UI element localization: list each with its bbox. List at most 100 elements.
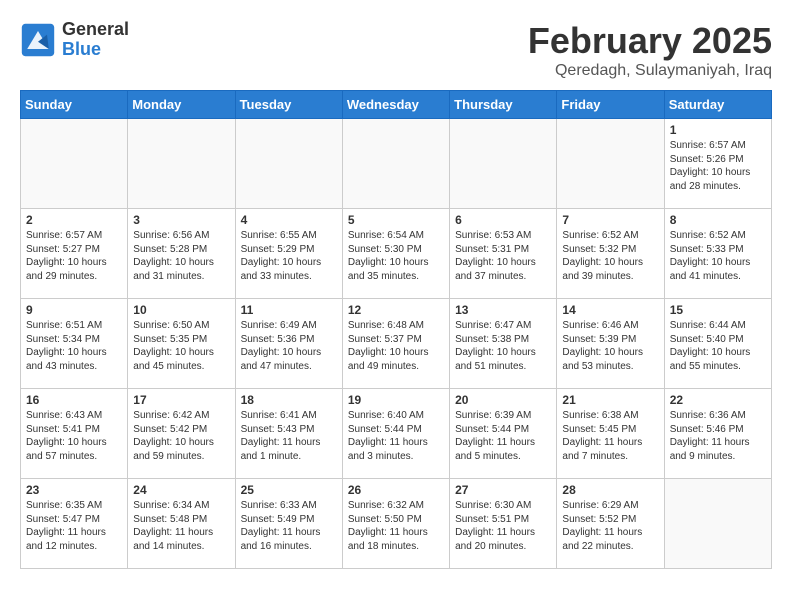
calendar-cell — [128, 119, 235, 209]
day-number: 23 — [26, 483, 122, 497]
day-info: Sunrise: 6:32 AM Sunset: 5:50 PM Dayligh… — [348, 499, 444, 553]
calendar-cell: 2Sunrise: 6:57 AM Sunset: 5:27 PM Daylig… — [21, 209, 128, 299]
logo: General Blue — [20, 20, 129, 60]
day-number: 19 — [348, 393, 444, 407]
logo-text: General Blue — [62, 20, 129, 60]
calendar-cell: 12 Sunrise: 6:48 AM Sunset: 5:37 PM Dayli… — [342, 299, 449, 389]
day-number: 28 — [562, 483, 658, 497]
calendar-title: February 2025 — [528, 20, 772, 62]
day-info: Sunrise: 6:36 AM Sunset: 5:46 PM Dayligh… — [670, 409, 766, 463]
calendar-cell: 25 Sunrise: 6:33 AM Sunset: 5:49 PM Dayli… — [235, 479, 342, 569]
day-number: 18 — [241, 393, 337, 407]
day-header-friday: Friday — [557, 91, 664, 119]
week-row-2: 2Sunrise: 6:57 AM Sunset: 5:27 PM Daylig… — [21, 209, 772, 299]
day-info: Sunrise: 6:43 AM Sunset: 5:41 PM Dayligh… — [26, 409, 122, 463]
calendar-cell: 27Sunrise: 6:30 AM Sunset: 5:51 PM Dayli… — [450, 479, 557, 569]
day-info: Sunrise: 6:57 AM Sunset: 5:26 PM Dayligh… — [670, 139, 766, 193]
day-info: Sunrise: 6:34 AM Sunset: 5:48 PM Dayligh… — [133, 499, 229, 553]
calendar-cell: 7 Sunrise: 6:52 AM Sunset: 5:32 PM Daylig… — [557, 209, 664, 299]
day-info: Sunrise: 6:52 AM Sunset: 5:33 PM Dayligh… — [670, 229, 766, 283]
calendar-cell: 15 Sunrise: 6:44 AM Sunset: 5:40 PM Dayli… — [664, 299, 771, 389]
day-info: Sunrise: 6:40 AM Sunset: 5:44 PM Dayligh… — [348, 409, 444, 463]
day-info: Sunrise: 6:33 AM Sunset: 5:49 PM Dayligh… — [241, 499, 337, 553]
day-info: Sunrise: 6:50 AM Sunset: 5:35 PM Dayligh… — [133, 319, 229, 373]
day-info: Sunrise: 6:30 AM Sunset: 5:51 PM Dayligh… — [455, 499, 551, 553]
title-section: February 2025 Qeredagh, Sulaymaniyah, Ir… — [528, 20, 772, 80]
calendar-cell — [450, 119, 557, 209]
day-number: 21 — [562, 393, 658, 407]
calendar-cell — [21, 119, 128, 209]
day-info: Sunrise: 6:29 AM Sunset: 5:52 PM Dayligh… — [562, 499, 658, 553]
day-number: 8 — [670, 213, 766, 227]
day-number: 6 — [455, 213, 551, 227]
day-number: 10 — [133, 303, 229, 317]
calendar-cell: 14 Sunrise: 6:46 AM Sunset: 5:39 PM Dayli… — [557, 299, 664, 389]
day-number: 1 — [670, 123, 766, 137]
day-number: 24 — [133, 483, 229, 497]
day-info: Sunrise: 6:46 AM Sunset: 5:39 PM Dayligh… — [562, 319, 658, 373]
calendar-cell: 8 Sunrise: 6:52 AM Sunset: 5:33 PM Daylig… — [664, 209, 771, 299]
day-number: 25 — [241, 483, 337, 497]
day-number: 4 — [241, 213, 337, 227]
day-number: 26 — [348, 483, 444, 497]
calendar-cell: 16 Sunrise: 6:43 AM Sunset: 5:41 PM Dayli… — [21, 389, 128, 479]
logo-blue: Blue — [62, 40, 129, 60]
calendar-cell — [557, 119, 664, 209]
day-number: 14 — [562, 303, 658, 317]
day-info: Sunrise: 6:57 AM Sunset: 5:27 PM Dayligh… — [26, 229, 122, 283]
day-info: Sunrise: 6:41 AM Sunset: 5:43 PM Dayligh… — [241, 409, 337, 463]
calendar-cell: 10 Sunrise: 6:50 AM Sunset: 5:35 PM Dayli… — [128, 299, 235, 389]
day-number: 7 — [562, 213, 658, 227]
day-number: 20 — [455, 393, 551, 407]
calendar-cell: 9 Sunrise: 6:51 AM Sunset: 5:34 PM Daylig… — [21, 299, 128, 389]
calendar-cell: 22 Sunrise: 6:36 AM Sunset: 5:46 PM Dayli… — [664, 389, 771, 479]
day-info: Sunrise: 6:35 AM Sunset: 5:47 PM Dayligh… — [26, 499, 122, 553]
logo-general: General — [62, 20, 129, 40]
calendar-cell: 1 Sunrise: 6:57 AM Sunset: 5:26 PM Daylig… — [664, 119, 771, 209]
day-info: Sunrise: 6:48 AM Sunset: 5:37 PM Dayligh… — [348, 319, 444, 373]
day-number: 9 — [26, 303, 122, 317]
calendar-cell: 26 Sunrise: 6:32 AM Sunset: 5:50 PM Dayli… — [342, 479, 449, 569]
day-info: Sunrise: 6:38 AM Sunset: 5:45 PM Dayligh… — [562, 409, 658, 463]
day-header-saturday: Saturday — [664, 91, 771, 119]
calendar-cell: 23 Sunrise: 6:35 AM Sunset: 5:47 PM Dayli… — [21, 479, 128, 569]
day-info: Sunrise: 6:42 AM Sunset: 5:42 PM Dayligh… — [133, 409, 229, 463]
day-info: Sunrise: 6:54 AM Sunset: 5:30 PM Dayligh… — [348, 229, 444, 283]
calendar-cell: 19 Sunrise: 6:40 AM Sunset: 5:44 PM Dayli… — [342, 389, 449, 479]
day-info: Sunrise: 6:56 AM Sunset: 5:28 PM Dayligh… — [133, 229, 229, 283]
day-number: 17 — [133, 393, 229, 407]
calendar-cell — [235, 119, 342, 209]
calendar-table: SundayMondayTuesdayWednesdayThursdayFrid… — [20, 90, 772, 569]
day-header-thursday: Thursday — [450, 91, 557, 119]
calendar-cell: 3 Sunrise: 6:56 AM Sunset: 5:28 PM Daylig… — [128, 209, 235, 299]
day-number: 22 — [670, 393, 766, 407]
week-row-5: 23 Sunrise: 6:35 AM Sunset: 5:47 PM Dayli… — [21, 479, 772, 569]
day-number: 13 — [455, 303, 551, 317]
calendar-cell: 6 Sunrise: 6:53 AM Sunset: 5:31 PM Daylig… — [450, 209, 557, 299]
calendar-cell: 5 Sunrise: 6:54 AM Sunset: 5:30 PM Daylig… — [342, 209, 449, 299]
day-number: 15 — [670, 303, 766, 317]
day-info: Sunrise: 6:47 AM Sunset: 5:38 PM Dayligh… — [455, 319, 551, 373]
day-header-monday: Monday — [128, 91, 235, 119]
calendar-cell: 11Sunrise: 6:49 AM Sunset: 5:36 PM Dayli… — [235, 299, 342, 389]
day-header-sunday: Sunday — [21, 91, 128, 119]
day-number: 3 — [133, 213, 229, 227]
day-info: Sunrise: 6:55 AM Sunset: 5:29 PM Dayligh… — [241, 229, 337, 283]
calendar-cell: 21 Sunrise: 6:38 AM Sunset: 5:45 PM Dayli… — [557, 389, 664, 479]
calendar-cell: 18 Sunrise: 6:41 AM Sunset: 5:43 PM Dayli… — [235, 389, 342, 479]
day-number: 12 — [348, 303, 444, 317]
calendar-cell: 13 Sunrise: 6:47 AM Sunset: 5:38 PM Dayli… — [450, 299, 557, 389]
day-header-wednesday: Wednesday — [342, 91, 449, 119]
calendar-header-row: SundayMondayTuesdayWednesdayThursdayFrid… — [21, 91, 772, 119]
calendar-cell — [664, 479, 771, 569]
day-info: Sunrise: 6:53 AM Sunset: 5:31 PM Dayligh… — [455, 229, 551, 283]
calendar-cell: 17 Sunrise: 6:42 AM Sunset: 5:42 PM Dayli… — [128, 389, 235, 479]
day-number: 5 — [348, 213, 444, 227]
day-number: 16 — [26, 393, 122, 407]
calendar-cell — [342, 119, 449, 209]
calendar-cell: 24 Sunrise: 6:34 AM Sunset: 5:48 PM Dayli… — [128, 479, 235, 569]
day-info: Sunrise: 6:52 AM Sunset: 5:32 PM Dayligh… — [562, 229, 658, 283]
day-info: Sunrise: 6:51 AM Sunset: 5:34 PM Dayligh… — [26, 319, 122, 373]
day-info: Sunrise: 6:44 AM Sunset: 5:40 PM Dayligh… — [670, 319, 766, 373]
day-info: Sunrise: 6:49 AM Sunset: 5:36 PM Dayligh… — [241, 319, 337, 373]
